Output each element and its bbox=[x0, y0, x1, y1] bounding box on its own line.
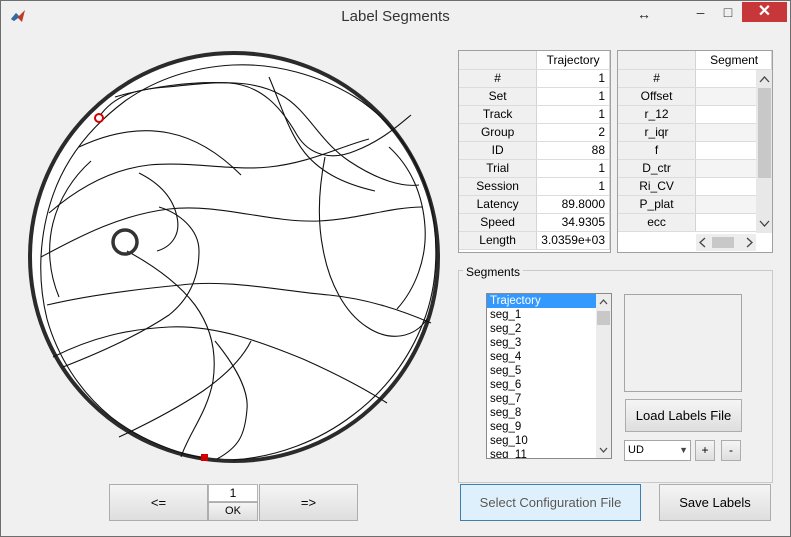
save-labels-button[interactable]: Save Labels bbox=[659, 484, 771, 521]
label-preview-area bbox=[624, 294, 742, 392]
arena-plot bbox=[28, 51, 440, 463]
segments-panel-label: Segments bbox=[463, 265, 524, 279]
table-cell[interactable]: 3.0359e+03 bbox=[536, 231, 610, 250]
close-button[interactable]: ✕ bbox=[742, 2, 787, 22]
remove-label-button[interactable]: - bbox=[721, 440, 741, 461]
add-label-button[interactable]: + bbox=[695, 440, 715, 461]
start-marker bbox=[94, 113, 104, 123]
list-item[interactable]: Trajectory bbox=[487, 294, 611, 308]
end-marker bbox=[201, 454, 208, 461]
table-cell[interactable]: 1 bbox=[536, 177, 610, 196]
list-item[interactable]: seg_4 bbox=[487, 350, 611, 364]
row-label: # bbox=[618, 69, 697, 88]
table-cell[interactable]: 2 bbox=[536, 123, 610, 142]
window-title: Label Segments bbox=[341, 8, 450, 25]
title-bar[interactable]: Label Segments ↔ – □ ✕ bbox=[1, 1, 790, 32]
list-item[interactable]: seg_11 bbox=[487, 448, 611, 458]
row-label: Latency bbox=[459, 195, 538, 214]
row-label: Track bbox=[459, 105, 538, 124]
segment-column-header: Segment bbox=[695, 51, 772, 70]
list-item[interactable]: seg_8 bbox=[487, 406, 611, 420]
table-cell[interactable]: 88 bbox=[536, 141, 610, 160]
select-configuration-button[interactable]: Select Configuration File bbox=[460, 484, 641, 521]
row-label: Length bbox=[459, 231, 538, 250]
row-label: P_plat bbox=[618, 195, 697, 214]
row-label: Group bbox=[459, 123, 538, 142]
minimize-button[interactable]: – bbox=[687, 2, 714, 22]
previous-button[interactable]: <= bbox=[109, 484, 208, 521]
trajectory-column-header: Trajectory bbox=[536, 51, 610, 70]
row-label: Ri_CV bbox=[618, 177, 697, 196]
list-item[interactable]: seg_9 bbox=[487, 420, 611, 434]
row-label: Session bbox=[459, 177, 538, 196]
list-item[interactable]: seg_1 bbox=[487, 308, 611, 322]
table-cell[interactable]: 34.9305 bbox=[536, 213, 610, 232]
list-item[interactable]: seg_7 bbox=[487, 392, 611, 406]
label-segments-window: Label Segments ↔ – □ ✕ Trajectory # 1 Se… bbox=[0, 0, 791, 537]
row-label: Offset bbox=[618, 87, 697, 106]
segment-table[interactable]: Segment # Offset r_12 r_iqr f D_ctr Ri_C… bbox=[617, 50, 773, 253]
ok-button[interactable]: OK bbox=[208, 502, 258, 521]
row-label: Speed bbox=[459, 213, 538, 232]
index-input[interactable]: 1 bbox=[208, 484, 258, 502]
row-label: r_12 bbox=[618, 105, 697, 124]
row-label: D_ctr bbox=[618, 159, 697, 178]
trajectory-table[interactable]: Trajectory #1 Set 1 Track 1 Group 2 ID 88 Tr… bbox=[458, 50, 611, 253]
list-item[interactable]: seg_3 bbox=[487, 336, 611, 350]
horizontal-scroll-arrows-icon bbox=[699, 237, 753, 248]
row-label: Trial bbox=[459, 159, 538, 178]
scrollbar-arrows-icon bbox=[758, 76, 771, 227]
label-dropdown[interactable]: UD ▼ bbox=[624, 440, 691, 461]
load-labels-button[interactable]: Load Labels File bbox=[625, 399, 742, 432]
row-label: Set bbox=[459, 87, 538, 106]
row-label: ecc bbox=[618, 213, 697, 232]
row-label: # bbox=[459, 69, 538, 88]
label-dropdown-value: UD bbox=[628, 444, 644, 456]
row-label: r_iqr bbox=[618, 123, 697, 142]
list-item[interactable]: seg_6 bbox=[487, 378, 611, 392]
segments-listbox[interactable]: Trajectory seg_1 seg_2 seg_3 seg_4 seg_5… bbox=[486, 293, 612, 459]
list-item[interactable]: seg_5 bbox=[487, 364, 611, 378]
chevron-down-icon: ▼ bbox=[679, 445, 688, 455]
scrollbar-arrows-icon bbox=[597, 299, 610, 453]
row-label: ID bbox=[459, 141, 538, 160]
segment-table-horizontal-scrollbar[interactable] bbox=[696, 234, 756, 251]
segment-table-vertical-scrollbar[interactable] bbox=[756, 70, 772, 233]
row-label: f bbox=[618, 141, 697, 160]
list-item[interactable]: seg_2 bbox=[487, 322, 611, 336]
next-button[interactable]: => bbox=[259, 484, 358, 521]
table-cell[interactable]: 1 bbox=[536, 105, 610, 124]
maximize-button[interactable]: □ bbox=[715, 2, 741, 22]
arena-boundary bbox=[28, 51, 440, 463]
table-cell[interactable]: 89.8000 bbox=[536, 195, 610, 214]
resize-arrows-icon[interactable]: ↔ bbox=[637, 6, 657, 22]
table-cell[interactable]: 1 bbox=[536, 87, 610, 106]
list-item[interactable]: seg_10 bbox=[487, 434, 611, 448]
segments-list-scrollbar[interactable] bbox=[596, 294, 611, 458]
table-cell[interactable]: 1 bbox=[536, 159, 610, 178]
table-cell[interactable]: 1 bbox=[536, 69, 610, 88]
